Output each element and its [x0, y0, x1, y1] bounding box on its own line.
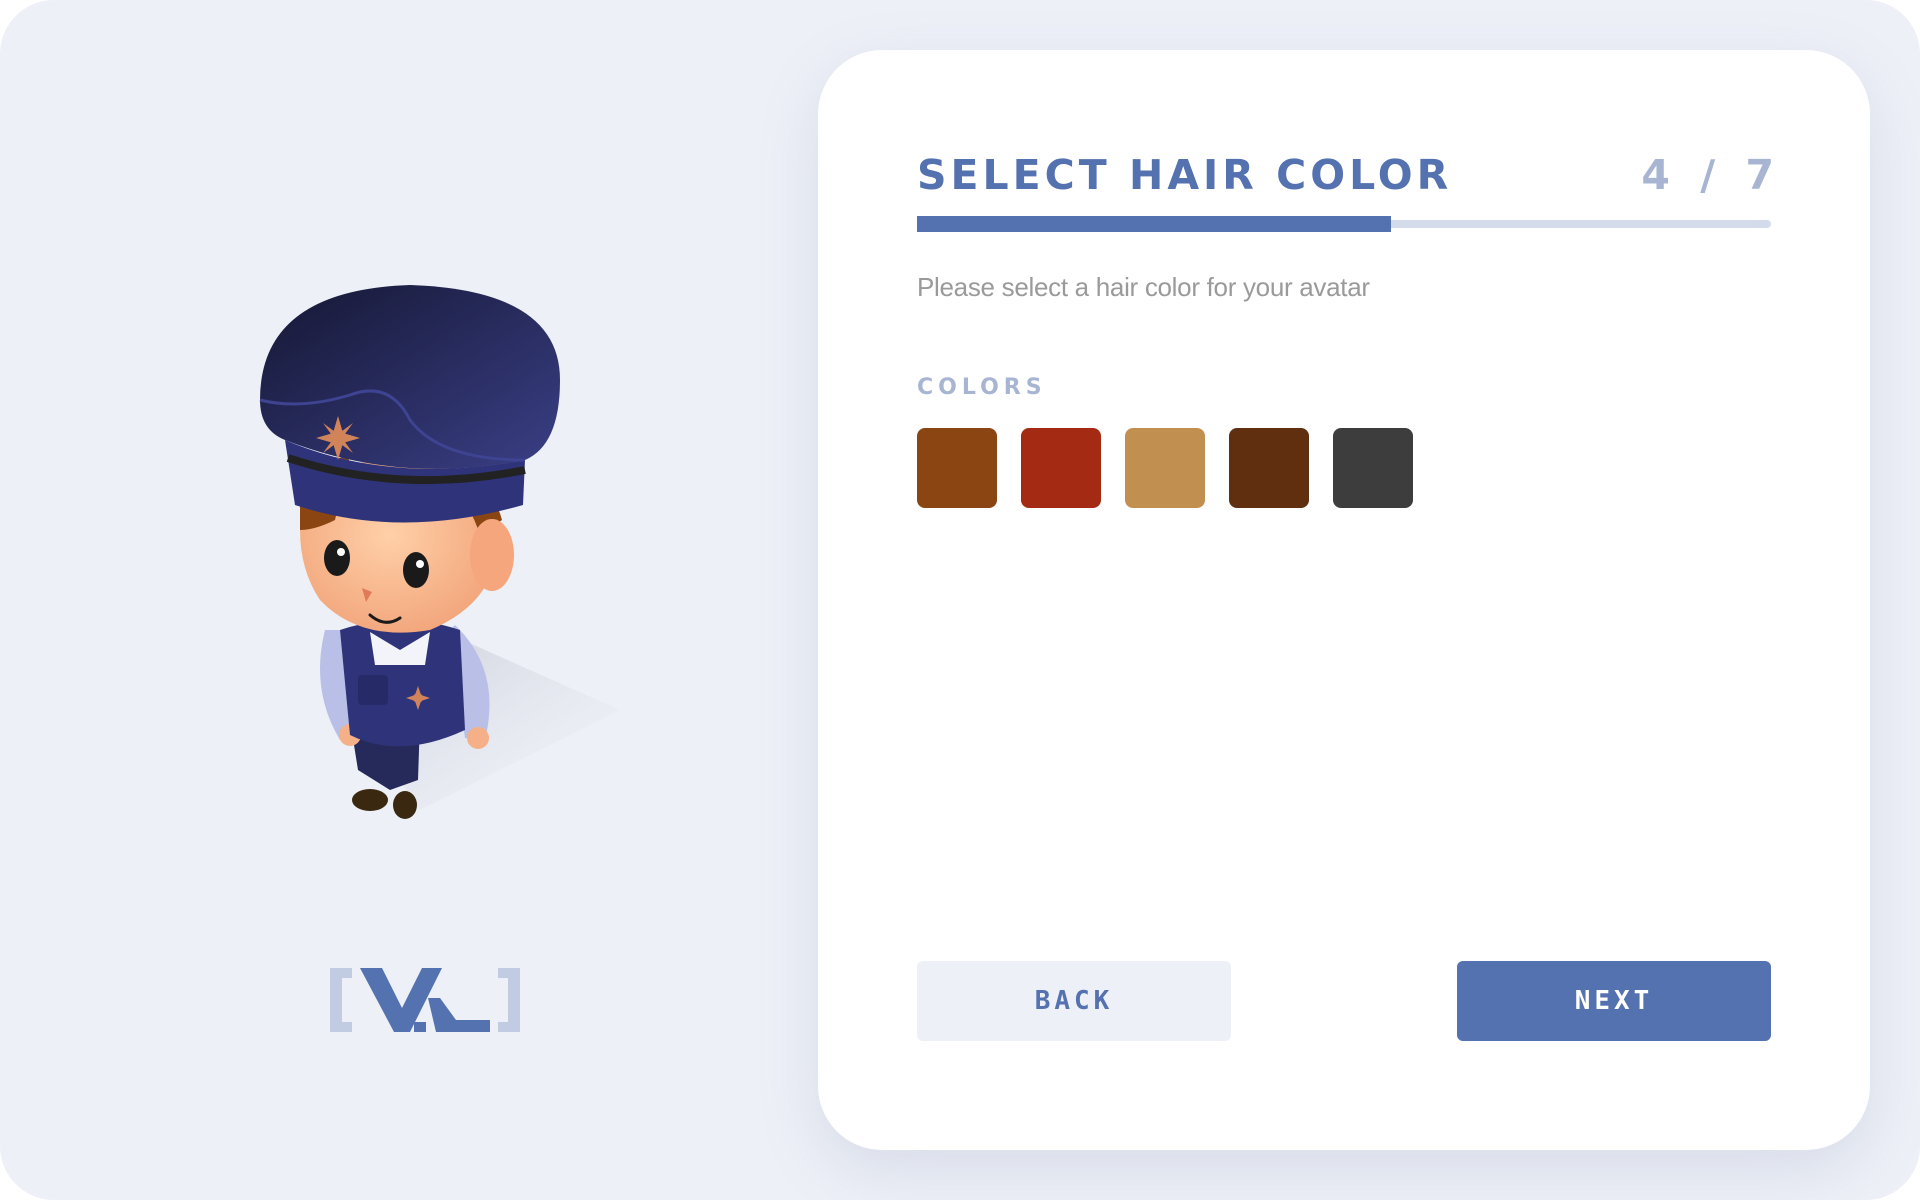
colors-section-label: COLORS [917, 375, 1047, 400]
avatar-preview-image [259, 285, 620, 819]
hair-color-red-swatch[interactable] [1021, 428, 1101, 508]
hair-color-blonde-swatch[interactable] [1125, 428, 1205, 508]
hair-color-auburn-swatch[interactable] [917, 428, 997, 508]
app-window: SELECT HAIR COLOR 4 / 7 Please select a … [0, 0, 1920, 1200]
hair-color-black-swatch[interactable] [1333, 428, 1413, 508]
back-button[interactable]: BACK [917, 961, 1231, 1041]
brand-logo [330, 968, 520, 1032]
color-swatch-list [917, 428, 1413, 508]
avatar-preview-pane [0, 0, 818, 1200]
instruction-text: Please select a hair color for your avat… [917, 272, 1370, 302]
hair-color-dark-brown-swatch[interactable] [1229, 428, 1309, 508]
page-title: SELECT HAIR COLOR [917, 151, 1453, 199]
step-card: SELECT HAIR COLOR 4 / 7 Please select a … [818, 50, 1870, 1150]
next-button[interactable]: NEXT [1457, 961, 1771, 1041]
progress-bar [917, 216, 1771, 232]
step-indicator: 4 / 7 [1641, 151, 1782, 199]
progress-bar-fill [917, 216, 1391, 232]
